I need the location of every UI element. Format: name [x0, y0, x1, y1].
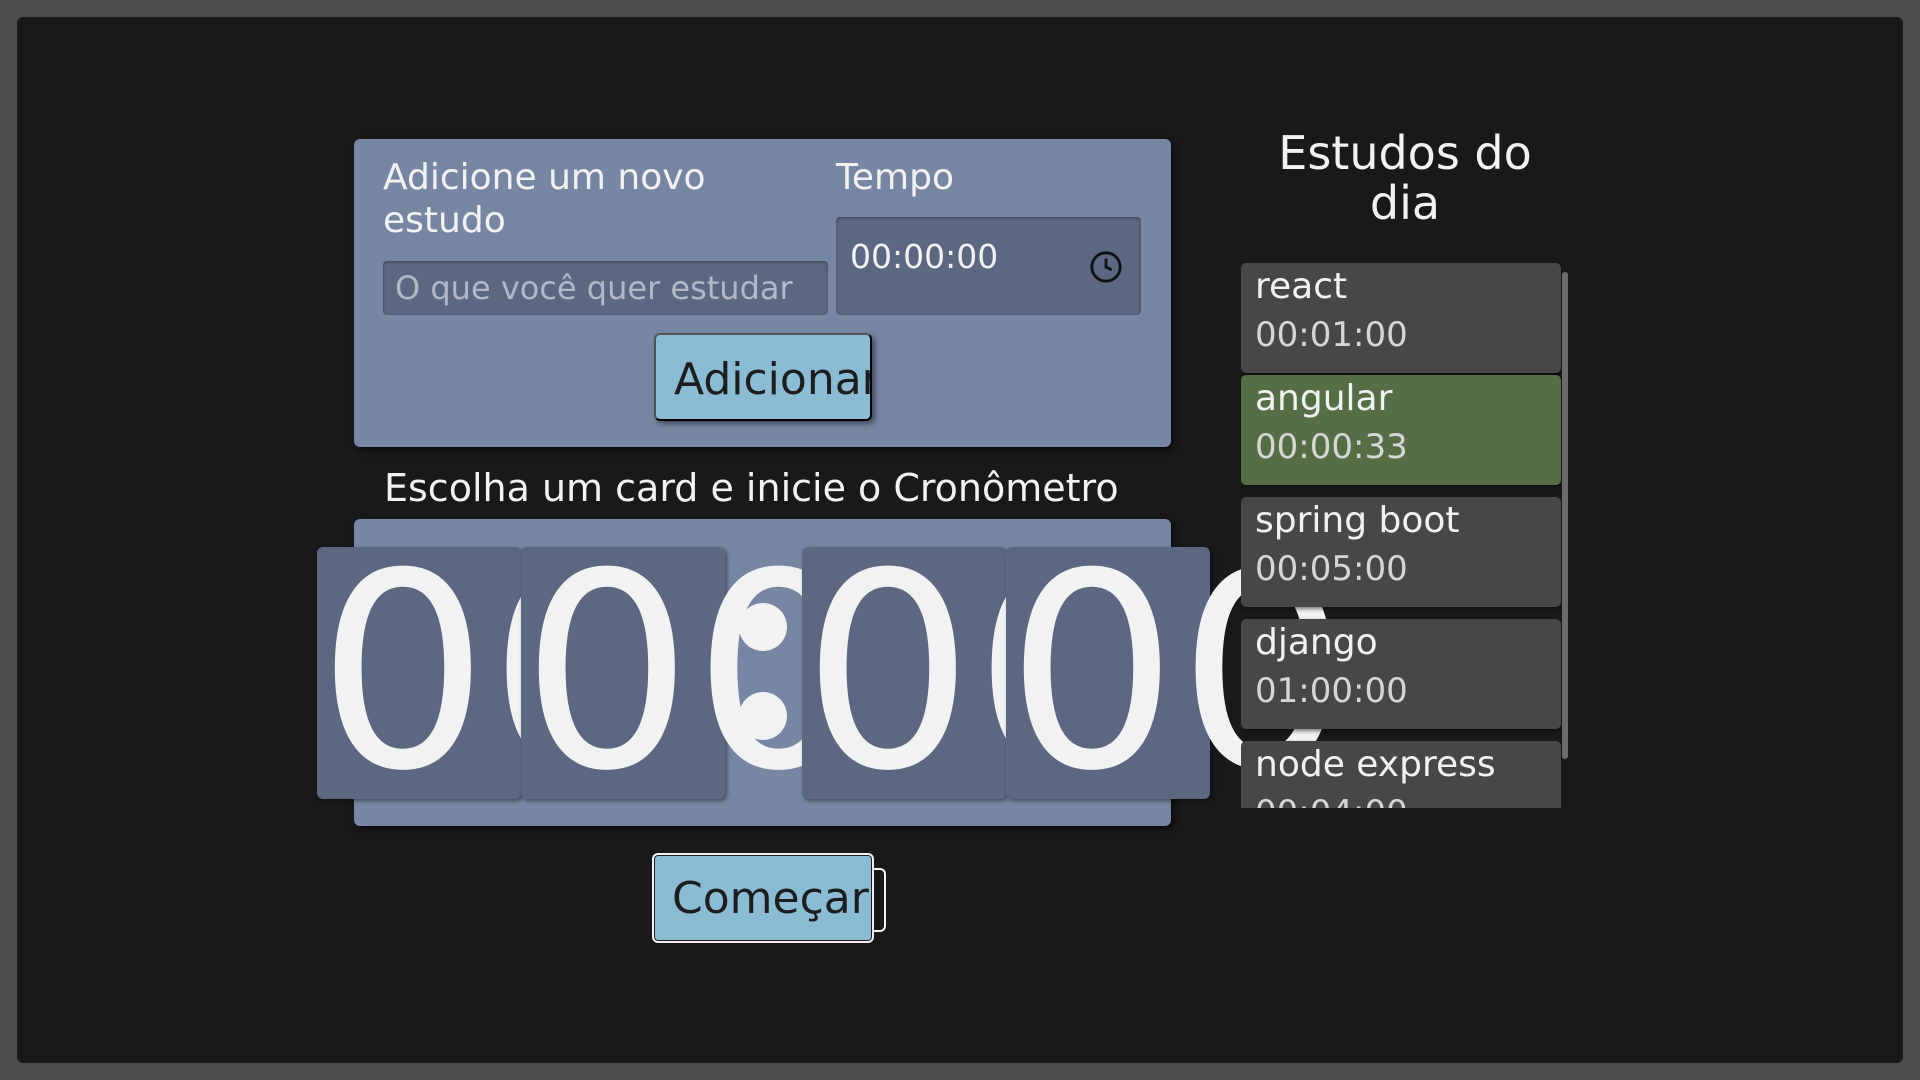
list-item-node-express[interactable]: node express 00:04:00	[1241, 741, 1561, 808]
minutes-units-digit: 00	[521, 515, 865, 830]
seconds-units-digit: 00	[1006, 515, 1350, 830]
list-item-react[interactable]: react 00:01:00	[1241, 263, 1561, 373]
list-item-spring-boot[interactable]: spring boot 00:05:00	[1241, 497, 1561, 607]
timer-subtitle: Escolha um card e inicie o Cronômetro	[384, 466, 1119, 510]
list-item-django[interactable]: django 01:00:00	[1241, 619, 1561, 729]
colon-separator-bottom	[739, 692, 787, 740]
start-button-edge	[872, 868, 886, 932]
item-time: 01:00:00	[1255, 671, 1408, 711]
item-name: angular	[1255, 378, 1393, 419]
study-list[interactable]: react 00:01:00 angular 00:00:33 spring b…	[1241, 263, 1561, 808]
item-name: spring boot	[1255, 500, 1460, 541]
list-scrollbar[interactable]	[1562, 272, 1568, 759]
time-label: Tempo	[836, 157, 954, 198]
seconds-tens-digit: 00	[802, 515, 1146, 830]
minutes-tens-digit: 00	[317, 515, 661, 830]
study-label: Adicione um novo estudo	[383, 157, 706, 241]
start-button[interactable]: Começar	[652, 853, 874, 943]
time-input-value: 00:00:00	[850, 237, 999, 276]
study-input[interactable]	[383, 261, 828, 315]
add-button[interactable]: Adicionar	[654, 333, 872, 421]
time-input[interactable]: 00:00:00	[836, 217, 1141, 315]
new-study-form: Adicione um novo estudo Tempo 00:00:00 A…	[354, 139, 1171, 447]
list-item-angular[interactable]: angular 00:00:33	[1241, 375, 1561, 485]
item-time: 00:00:33	[1255, 427, 1408, 467]
item-name: node express	[1255, 744, 1496, 785]
colon-separator-top	[739, 603, 787, 651]
clock-icon[interactable]	[1089, 250, 1123, 284]
item-time: 00:01:00	[1255, 315, 1408, 355]
list-title: Estudos do dia	[1278, 126, 1532, 230]
item-name: react	[1255, 266, 1348, 307]
item-time: 00:04:00	[1255, 789, 1561, 808]
item-time: 00:05:00	[1255, 549, 1408, 589]
item-name: django	[1255, 622, 1378, 663]
